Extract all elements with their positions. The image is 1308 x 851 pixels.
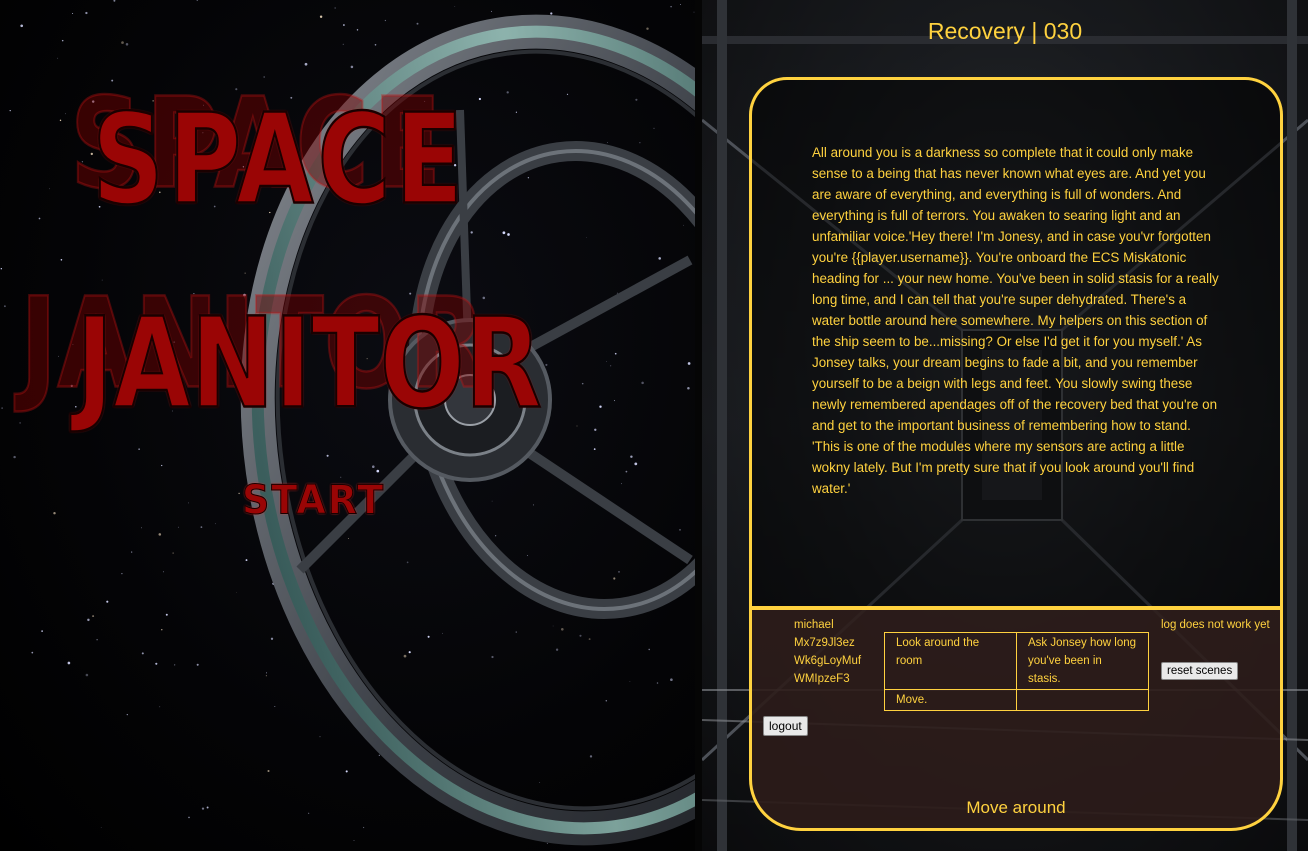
move-around-label: Move around <box>966 798 1066 817</box>
panel-divider <box>695 0 702 851</box>
username: michael <box>794 619 834 631</box>
log-note: log does not work yet <box>1161 619 1270 631</box>
story-text: All around you is a darkness so complete… <box>812 145 1219 496</box>
game-title-line1: SPACE <box>91 85 468 234</box>
start-button[interactable]: START <box>241 476 385 523</box>
user-id: Mx7z9Jl3ezWk6gLoyMufWMIpzeF3 <box>794 637 862 685</box>
scene-panel: Recovery | 030 All around you is a darkn… <box>702 0 1308 851</box>
choice-move[interactable]: Move. <box>884 689 1017 711</box>
choice-look-around[interactable]: Look around the room <box>884 632 1017 690</box>
game-title-line2: JANITOR <box>75 289 543 438</box>
title-screen: SPACE SPACE JANITOR JANITOR START <box>0 0 695 851</box>
choice-ask-jonsey[interactable]: Ask Jonsey how long you've been in stasi… <box>1016 632 1149 690</box>
choices-row: Move. <box>884 689 1149 711</box>
scene-title: Recovery | 030 <box>927 18 1083 44</box>
choice-empty <box>1016 689 1149 711</box>
user-info: michael Mx7z9Jl3ezWk6gLoyMufWMIpzeF3 <box>794 616 864 688</box>
control-panel: michael Mx7z9Jl3ezWk6gLoyMufWMIpzeF3 log… <box>749 606 1283 831</box>
logout-button[interactable]: logout <box>763 716 808 736</box>
reset-scenes-button[interactable]: reset scenes <box>1161 662 1239 680</box>
choices-row: Look around the room Ask Jonsey how long… <box>884 632 1149 690</box>
story-frame: All around you is a darkness so complete… <box>749 77 1283 610</box>
choices-table: Look around the room Ask Jonsey how long… <box>884 632 1149 711</box>
